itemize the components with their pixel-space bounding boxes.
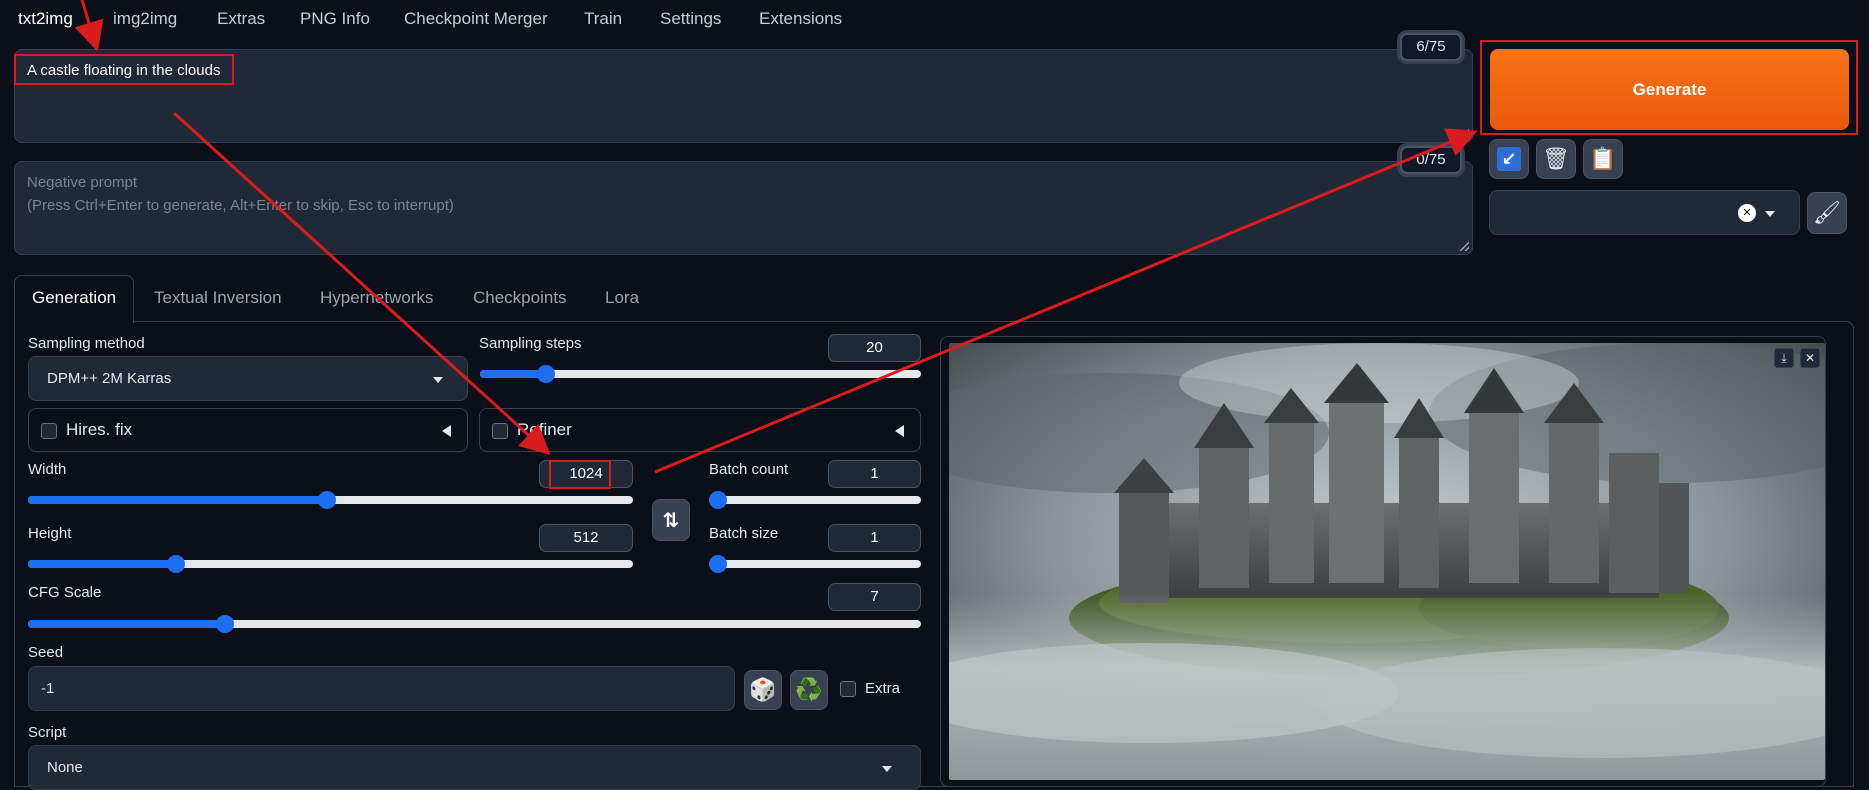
negative-prompt-textarea[interactable]: Negative prompt (Press Ctrl+Enter to gen… (14, 161, 1473, 255)
arrow-down-left-icon: ↙ (1497, 147, 1521, 171)
resize-grip-icon[interactable] (1459, 129, 1469, 139)
sampling-method-label: Sampling method (28, 335, 145, 352)
extra-label: Extra (865, 680, 901, 697)
styles-dropdown[interactable]: ✕ (1489, 190, 1800, 235)
batch-size-label: Batch size (709, 525, 779, 542)
sampling-method-value: DPM++ 2M Karras (47, 370, 172, 387)
height-label: Height (28, 525, 72, 542)
refiner-accordion[interactable]: Refiner (479, 408, 921, 452)
width-label: Width (28, 461, 67, 478)
tab-settings[interactable]: Settings (660, 9, 721, 29)
script-label: Script (28, 724, 67, 741)
clipboard-button[interactable]: 📋 (1583, 139, 1623, 179)
close-icon[interactable]: ✕ (1800, 348, 1820, 368)
tab-lora[interactable]: Lora (605, 288, 639, 308)
slider-fill (28, 496, 327, 504)
seed-label: Seed (28, 644, 64, 661)
collapse-arrow-icon[interactable] (895, 425, 904, 437)
tab-train[interactable]: Train (584, 9, 622, 29)
sampling-method-select[interactable]: DPM++ 2M Karras (28, 356, 468, 401)
batch-count-input[interactable]: 1 (828, 460, 921, 488)
seed-input[interactable]: -1 (28, 666, 735, 711)
tab-textual-inversion[interactable]: Textual Inversion (154, 288, 282, 308)
batch-count-label: Batch count (709, 461, 789, 478)
extra-seed-checkbox[interactable] (840, 681, 856, 697)
hires-fix-checkbox[interactable] (41, 423, 57, 439)
read-params-button[interactable]: ↙ (1489, 139, 1529, 179)
top-tabs: txt2img img2img Extras PNG Info Checkpoi… (0, 0, 1869, 40)
annotation-box-generate (1480, 40, 1858, 135)
chevron-down-icon (1765, 211, 1775, 217)
hires-fix-accordion[interactable]: Hires. fix (28, 408, 468, 452)
castle-image (949, 343, 1825, 780)
slider-thumb[interactable] (216, 615, 234, 633)
refiner-label: Refiner (517, 420, 572, 439)
trash-button[interactable]: 🗑 (1536, 139, 1576, 179)
batch-count-slider[interactable] (709, 491, 921, 509)
slider-thumb[interactable] (709, 555, 727, 573)
trash-icon: 🗑 (1542, 146, 1570, 171)
batch-size-slider[interactable] (709, 555, 921, 573)
slider-fill (28, 560, 176, 568)
script-select[interactable]: None (28, 745, 921, 790)
refiner-checkbox[interactable] (492, 423, 508, 439)
seed-value: -1 (41, 680, 55, 697)
chevron-down-icon (882, 766, 892, 772)
swap-arrows-icon: ⇅ (662, 509, 680, 532)
generated-image[interactable] (949, 343, 1825, 780)
hires-fix-label: Hires. fix (66, 420, 133, 439)
tab-checkpoints[interactable]: Checkpoints (473, 288, 567, 308)
tab-txt2img[interactable]: txt2img (18, 9, 73, 29)
slider-thumb[interactable] (709, 491, 727, 509)
annotation-box-width (549, 460, 611, 489)
edit-style-button[interactable]: 🖌 (1807, 192, 1847, 234)
sampling-steps-input[interactable]: 20 (828, 334, 921, 362)
random-seed-button[interactable]: 🎲 (744, 670, 782, 710)
negative-prompt-placeholder: Negative prompt (27, 174, 138, 191)
annotation-box-prompt (14, 54, 234, 85)
tab-hypernetworks[interactable]: Hypernetworks (320, 288, 433, 308)
cfg-scale-label: CFG Scale (28, 584, 102, 601)
script-value: None (47, 759, 83, 776)
swap-dimensions-button[interactable]: ⇅ (652, 499, 690, 541)
resize-grip-icon[interactable] (1459, 241, 1469, 251)
height-input[interactable]: 512 (539, 524, 633, 552)
dice-icon: 🎲 (749, 677, 777, 702)
paintbrush-icon: 🖌 (1813, 200, 1841, 225)
negative-prompt-hint: (Press Ctrl+Enter to generate, Alt+Enter… (27, 197, 454, 214)
clipboard-icon: 📋 (1589, 146, 1617, 171)
reuse-seed-button[interactable]: ♻️ (790, 670, 828, 710)
slider-thumb[interactable] (167, 555, 185, 573)
tab-checkpoint-merger[interactable]: Checkpoint Merger (404, 9, 548, 29)
negative-prompt-token-counter: 0/75 (1400, 146, 1462, 174)
chevron-down-icon (433, 377, 443, 383)
cfg-scale-input[interactable]: 7 (828, 583, 921, 611)
tab-extras[interactable]: Extras (217, 9, 265, 29)
sampling-steps-label: Sampling steps (479, 335, 582, 352)
width-slider[interactable] (28, 491, 633, 509)
tab-img2img[interactable]: img2img (113, 9, 177, 29)
slider-fill (28, 620, 225, 628)
cfg-scale-slider[interactable] (28, 615, 921, 633)
batch-size-input[interactable]: 1 (828, 524, 921, 552)
slider-thumb[interactable] (537, 365, 555, 383)
prompt-token-counter: 6/75 (1400, 33, 1462, 61)
download-icon[interactable]: ⤓ (1774, 348, 1794, 368)
tab-extensions[interactable]: Extensions (759, 9, 842, 29)
sampling-steps-slider[interactable] (480, 365, 921, 383)
clear-icon[interactable]: ✕ (1738, 204, 1756, 222)
height-slider[interactable] (28, 555, 633, 573)
tab-png-info[interactable]: PNG Info (300, 9, 370, 29)
slider-thumb[interactable] (318, 491, 336, 509)
collapse-arrow-icon[interactable] (442, 425, 451, 437)
tab-generation[interactable]: Generation (14, 275, 135, 323)
recycle-icon: ♻️ (795, 677, 823, 702)
